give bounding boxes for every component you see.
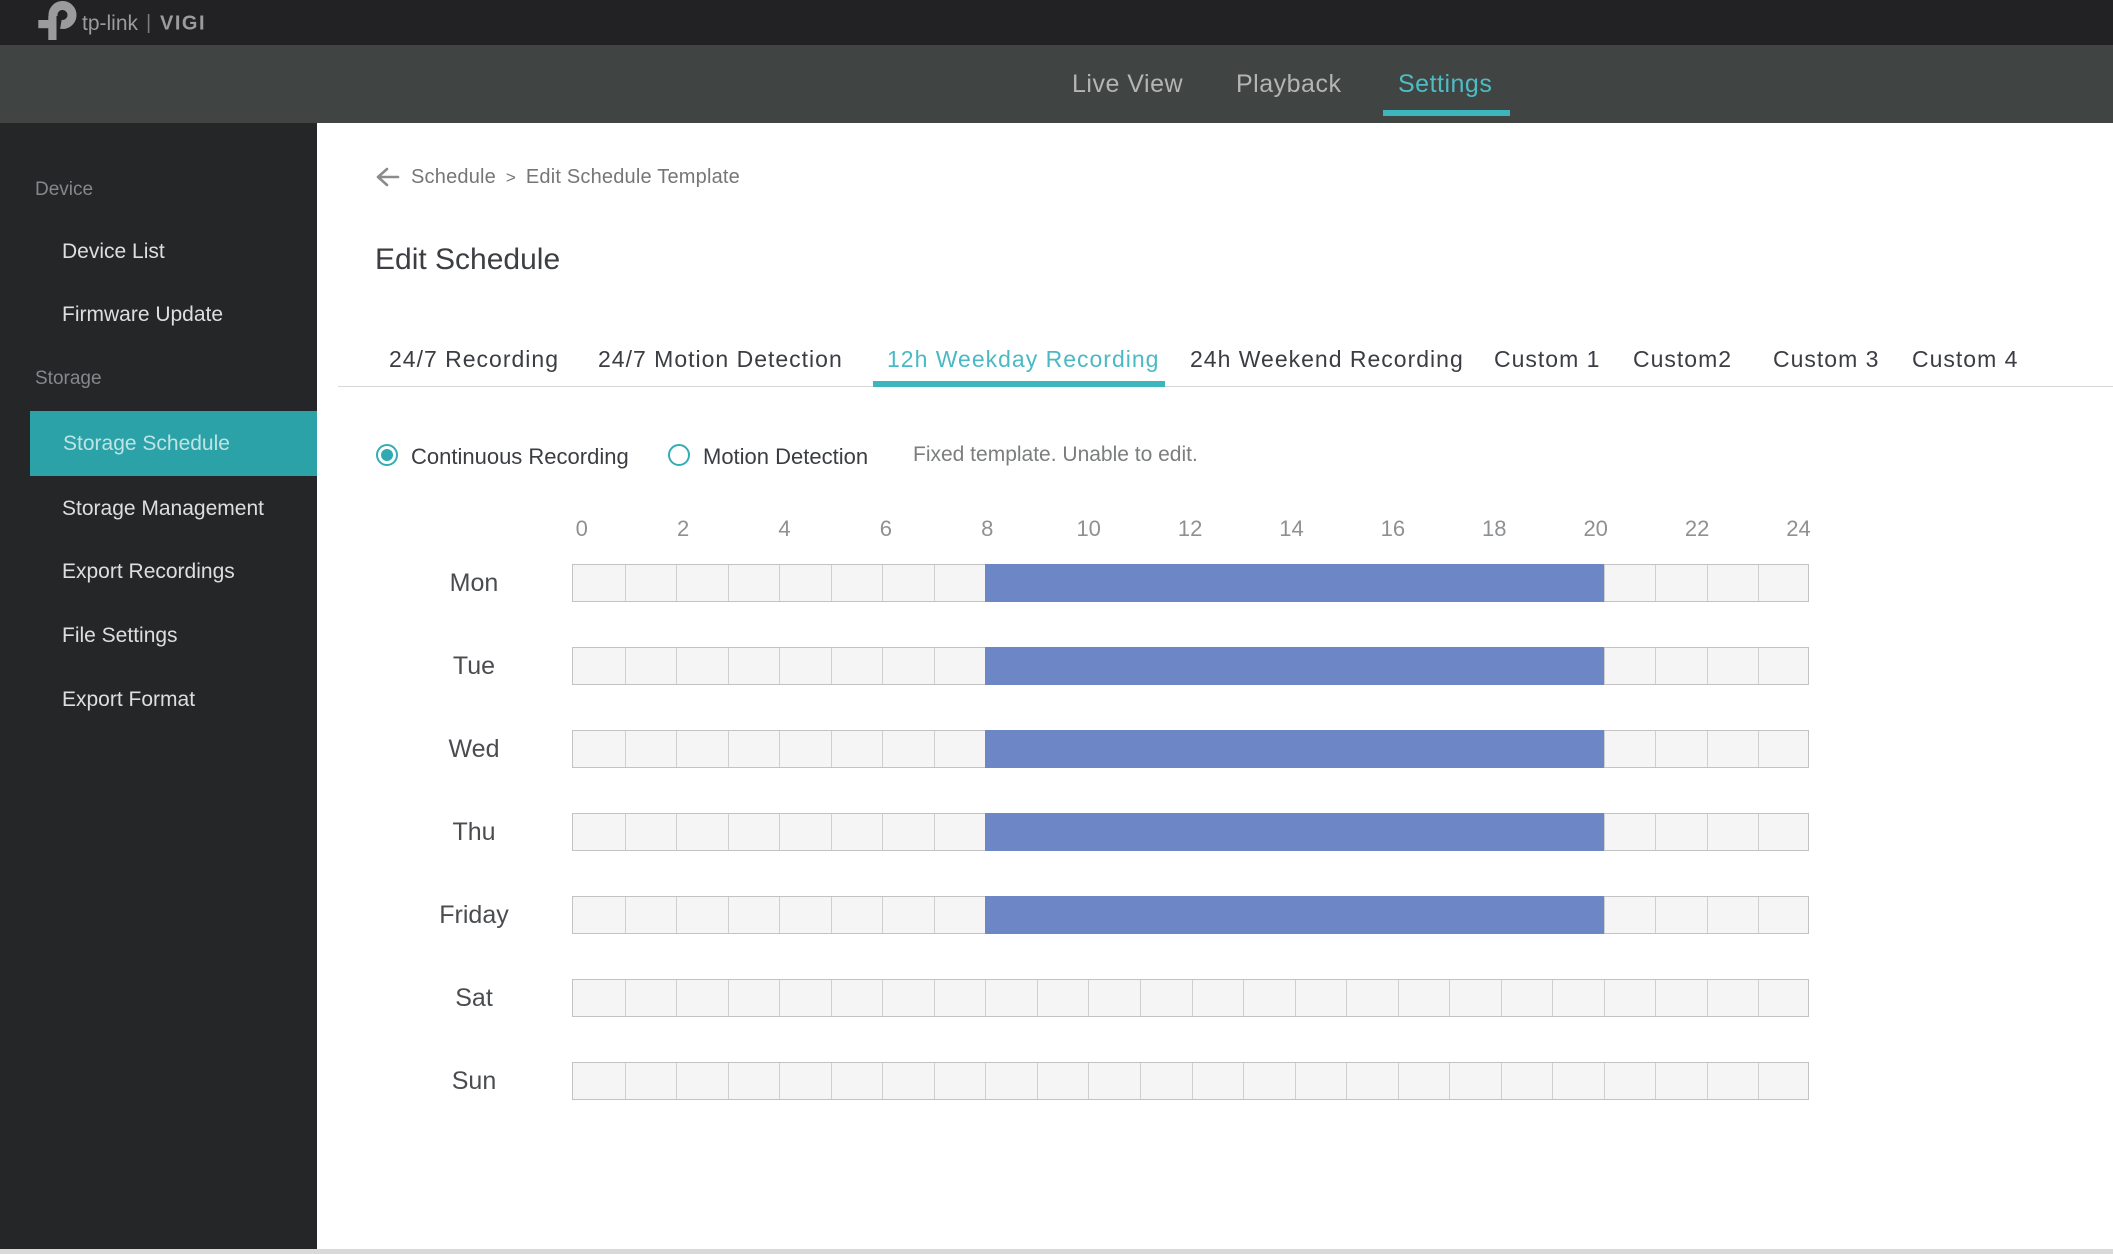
svg-text:|: | bbox=[146, 12, 151, 34]
svg-text:VIGI: VIGI bbox=[160, 13, 206, 35]
svg-text:tp-link: tp-link bbox=[82, 12, 139, 35]
